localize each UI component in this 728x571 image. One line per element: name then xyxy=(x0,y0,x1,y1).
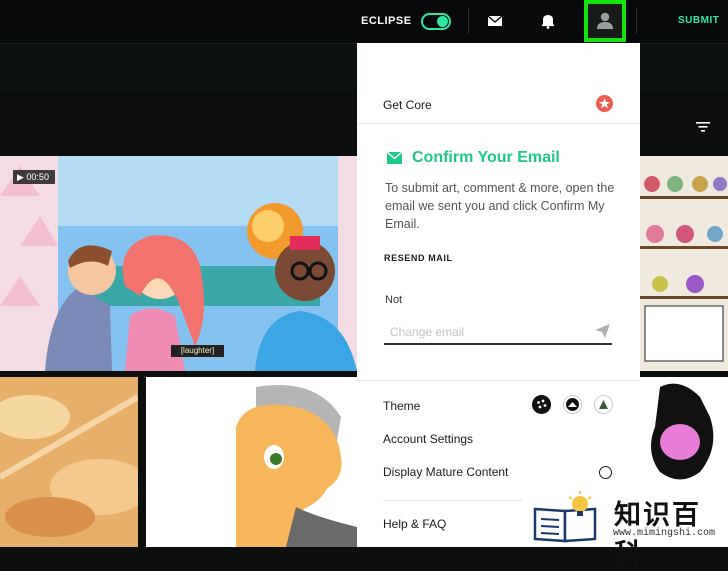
core-badge-icon xyxy=(596,95,613,112)
watermark: 知识百科 www.mimingshi.com xyxy=(523,487,728,569)
send-icon[interactable] xyxy=(595,324,610,338)
star-icon xyxy=(599,98,610,109)
confirm-email-text: To submit art, comment & more, open the … xyxy=(385,181,615,231)
theme-dark-option[interactable] xyxy=(532,395,551,414)
top-navigation-bar: ECLIPSE SUBMIT xyxy=(0,0,728,44)
bell-icon[interactable] xyxy=(538,11,558,31)
cartoon-video-artwork xyxy=(0,156,357,371)
watermark-url: www.mimingshi.com xyxy=(613,528,716,539)
artwork-thumbnail[interactable] xyxy=(640,156,728,371)
display-mature-content-label: Display Mature Content xyxy=(383,465,509,479)
filter-icon[interactable] xyxy=(696,120,710,134)
artwork-thumbnail[interactable] xyxy=(0,377,138,547)
mail-icon[interactable] xyxy=(485,11,505,31)
mail-icon xyxy=(387,152,402,164)
mature-content-toggle[interactable] xyxy=(599,466,612,479)
divider xyxy=(636,8,637,34)
change-email-input[interactable] xyxy=(384,321,612,345)
get-core-link[interactable]: Get Core xyxy=(383,98,432,112)
artwork-thumbnail[interactable] xyxy=(146,377,357,547)
light-theme-icon xyxy=(566,398,579,411)
book-lightbulb-logo-icon xyxy=(533,491,597,543)
not-label[interactable]: Not xyxy=(385,294,402,306)
resend-mail-button[interactable]: RESEND MAIL xyxy=(384,253,453,263)
confirm-email-title: Confirm Your Email xyxy=(412,149,560,166)
video-duration-badge: ▶ 00:50 xyxy=(13,170,55,184)
potion-shelf-artwork xyxy=(640,156,728,371)
profile-button[interactable] xyxy=(584,0,626,42)
divider xyxy=(468,8,469,34)
duration-text: 00:50 xyxy=(26,172,49,182)
account-settings-link[interactable]: Account Settings xyxy=(383,432,473,446)
theme-label: Theme xyxy=(383,399,421,413)
help-faq-link[interactable]: Help & FAQ xyxy=(383,517,446,531)
sunset-cloud-artwork xyxy=(0,377,138,547)
divider xyxy=(357,380,640,381)
ink-artwork xyxy=(640,377,728,487)
video-caption: [laughter] xyxy=(171,345,224,357)
submit-button[interactable]: SUBMIT xyxy=(678,15,719,26)
profile-dropdown-menu: Get Core Confirm Your Email To submit ar… xyxy=(357,43,640,547)
artwork-thumbnail[interactable] xyxy=(640,377,728,487)
pony-artwork xyxy=(146,377,357,547)
dark-theme-icon xyxy=(537,399,547,409)
green-theme-icon xyxy=(599,400,608,409)
eclipse-toggle[interactable] xyxy=(421,13,451,30)
eclipse-theme-label: ECLIPSE xyxy=(361,15,412,27)
user-icon xyxy=(597,12,613,29)
video-thumbnail[interactable] xyxy=(0,156,357,371)
toggle-knob xyxy=(437,16,448,27)
theme-light-option[interactable] xyxy=(563,395,582,414)
divider xyxy=(357,123,640,124)
theme-green-option[interactable] xyxy=(594,395,613,414)
